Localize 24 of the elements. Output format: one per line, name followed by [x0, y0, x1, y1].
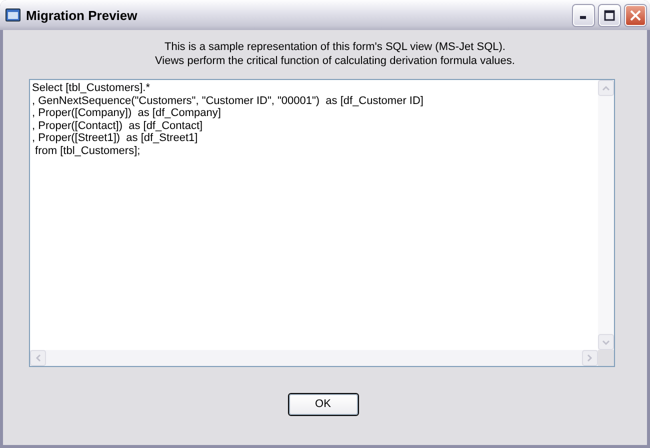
sql-line: , Proper([Company]) as [df_Company]: [32, 107, 221, 120]
minimize-button[interactable]: [573, 4, 594, 26]
maximize-icon: [604, 10, 615, 20]
scroll-down-icon[interactable]: [598, 334, 614, 350]
maximize-button[interactable]: [599, 4, 620, 26]
close-icon: [630, 10, 641, 20]
app-icon: [5, 7, 21, 23]
scroll-left-icon[interactable]: [30, 350, 46, 366]
scrollbar-corner: [598, 350, 614, 366]
description-text: Views perform the critical function of calculating derivation formula values.: [155, 54, 515, 68]
horizontal-scrollbar[interactable]: [30, 350, 598, 366]
sql-line: , Proper([Street1]) as [df_Street1]: [32, 132, 198, 144]
sql-text-area[interactable]: [29, 79, 615, 367]
sql-line: , Proper([Contact]) as [df_Contact]: [32, 120, 203, 132]
description-text: This is a sample representation of this form's SQL view (MS-Jet SQL).: [164, 40, 506, 54]
sql-line: from [tbl_Customers];: [34, 144, 140, 157]
window-title: Migration Preview: [26, 8, 138, 22]
close-button[interactable]: [625, 4, 646, 26]
sql-line: Select [tbl_Customers].*: [32, 82, 150, 94]
vertical-scrollbar[interactable]: [598, 80, 614, 350]
scroll-right-icon[interactable]: [582, 350, 598, 366]
scroll-up-icon[interactable]: [598, 80, 614, 96]
ok-button[interactable]: OK: [288, 392, 358, 416]
sql-line: , GenNextSequence("Customers", "Customer ID", "00001") as [df_Customer ID]: [32, 94, 424, 107]
